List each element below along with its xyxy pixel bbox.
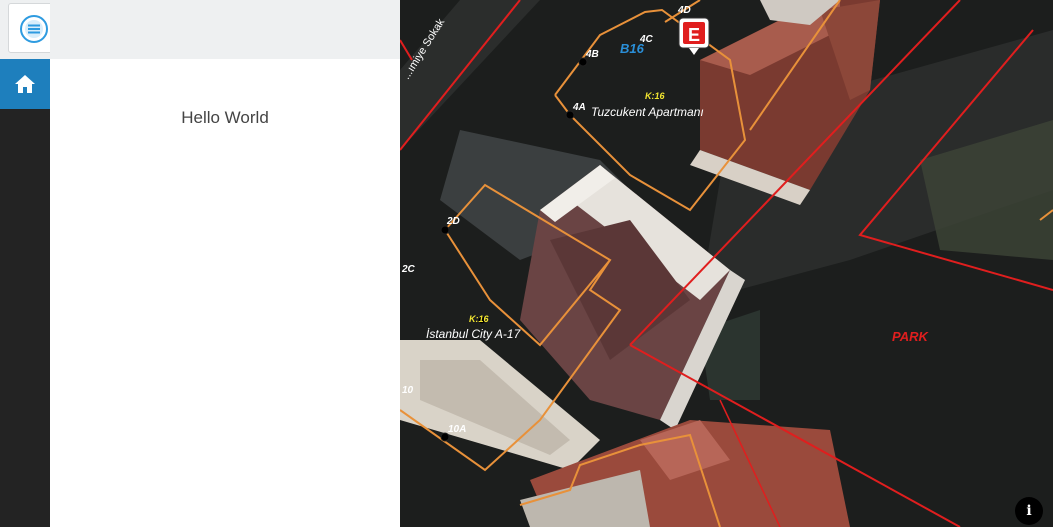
door-label-2d: 2D xyxy=(446,216,460,227)
panel-header xyxy=(50,0,400,59)
building-label-1: Tuzcukent Apartmanı xyxy=(591,105,704,119)
door-label-4a: 4A xyxy=(572,102,586,113)
door-label-4c: 4C xyxy=(639,34,654,45)
info-button[interactable]: i xyxy=(1015,497,1043,525)
map-view[interactable]: ...ımiye Sokak B16 4D 4C 4B 4A Tuzcukent… xyxy=(400,0,1053,527)
content-panel: Hello World xyxy=(50,59,400,527)
floors-label-1: K:16 xyxy=(645,91,666,101)
door-label-10: 10 xyxy=(402,385,414,396)
door-label-10a: 10A xyxy=(448,424,466,435)
hello-text: Hello World xyxy=(181,108,269,127)
menu-circle-icon xyxy=(20,15,48,43)
poi-marker-letter: E xyxy=(688,25,700,45)
home-icon xyxy=(15,75,35,93)
door-label-4b: 4B xyxy=(585,49,599,60)
building-label-2: İstanbul City A-17 xyxy=(426,327,522,341)
floors-label-2: K:16 xyxy=(469,314,490,324)
park-label: PARK xyxy=(892,329,929,344)
aerial-map: ...ımiye Sokak B16 4D 4C 4B 4A Tuzcukent… xyxy=(400,0,1053,527)
door-label-2c: 2C xyxy=(401,264,416,275)
door-label-4d: 4D xyxy=(677,5,691,16)
home-button[interactable] xyxy=(0,59,50,109)
